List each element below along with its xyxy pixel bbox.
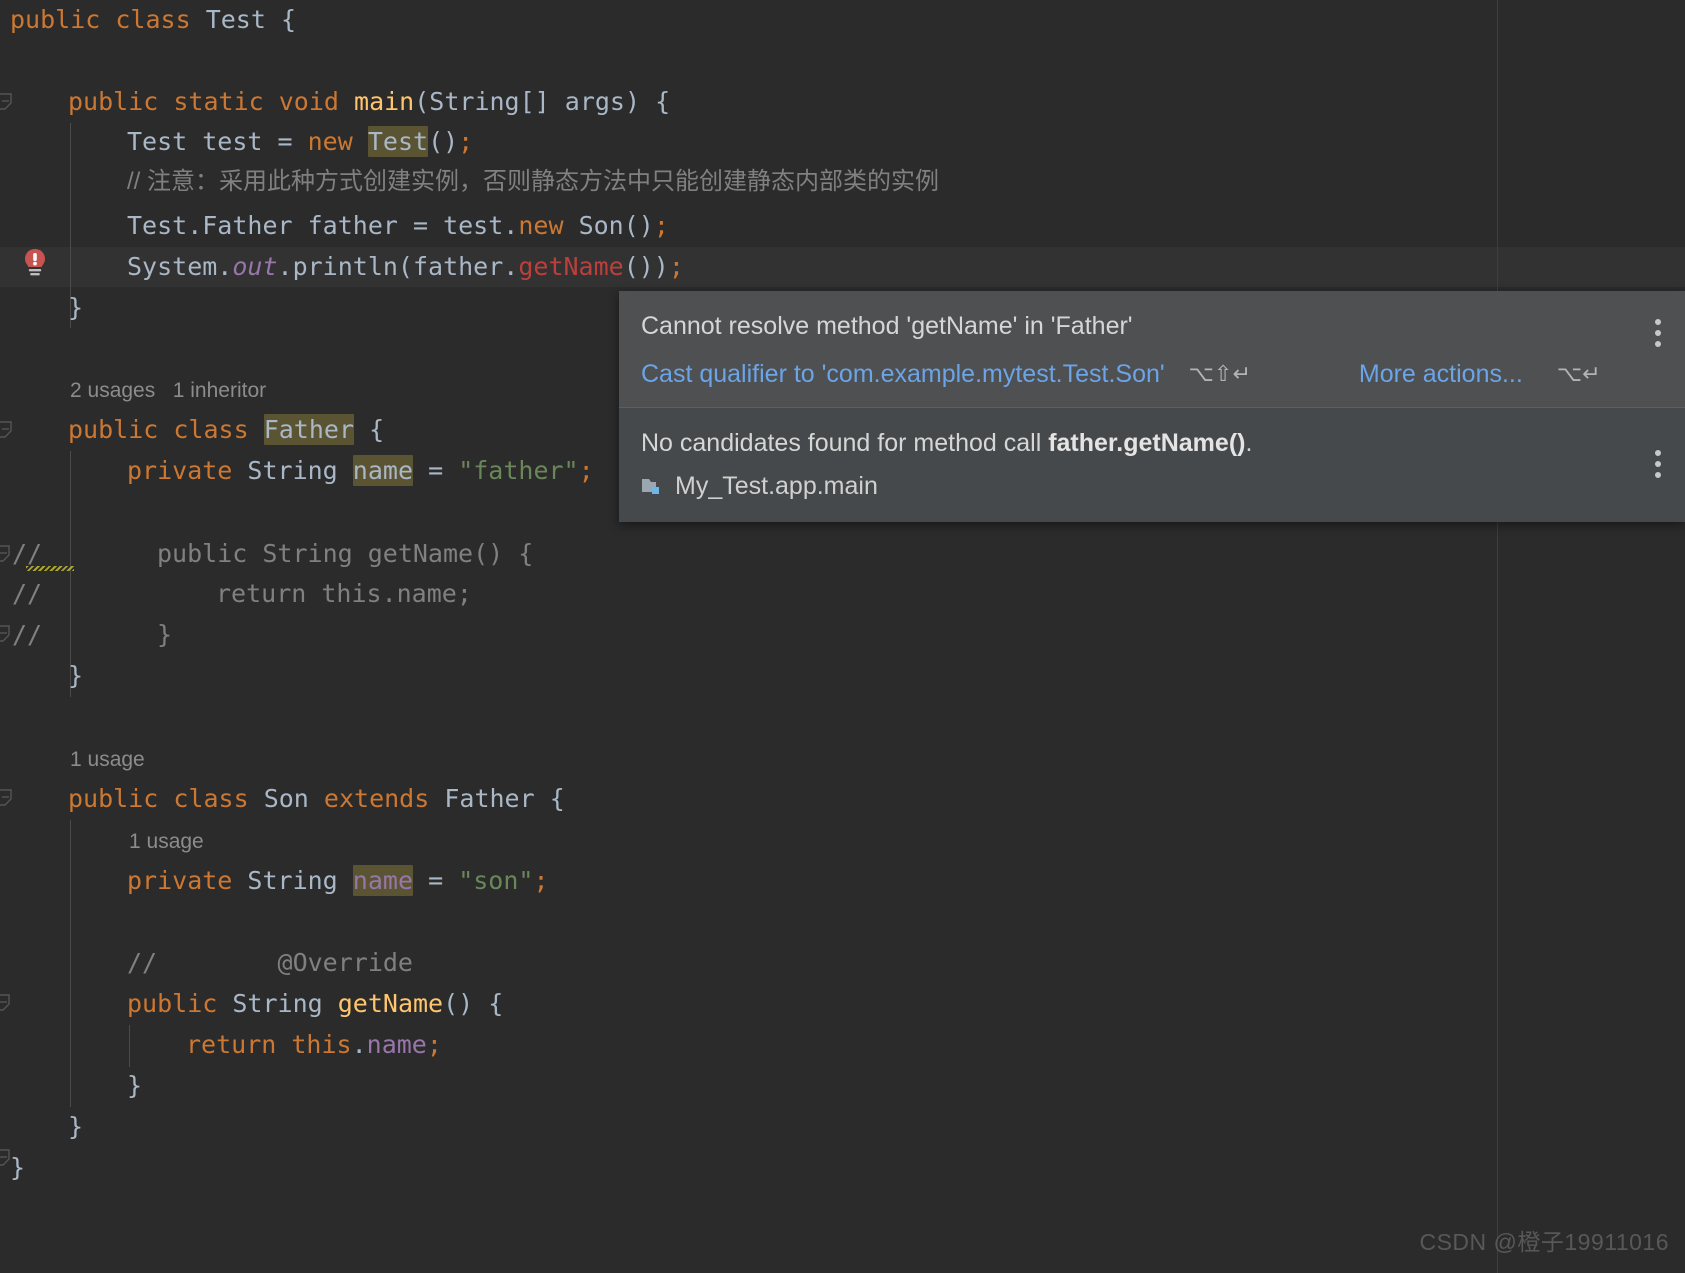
more-actions-link[interactable]: More actions... (1359, 360, 1523, 389)
code-line-13[interactable]: public String getName() { (157, 534, 533, 574)
code-line-8[interactable]: } (68, 288, 83, 328)
tooltip-description-suffix: . (1245, 429, 1253, 457)
code-vision-son[interactable]: 1 usage (70, 745, 145, 775)
code-line-15[interactable]: } (157, 615, 172, 655)
tooltip-actions: Cast qualifier to 'com.example.mytest.Te… (641, 357, 1663, 391)
code-line-16[interactable]: } (68, 656, 83, 696)
code-line-14[interactable]: return this.name; (216, 574, 472, 614)
quickfix-cast-qualifier-link[interactable]: Cast qualifier to 'com.example.mytest.Te… (641, 360, 1165, 389)
code-vision-son-field[interactable]: 1 usage (129, 827, 204, 857)
code-line-1[interactable]: public class Test { (10, 0, 296, 40)
code-line-26[interactable]: } (10, 1148, 25, 1188)
tooltip-body: No candidates found for method call fath… (619, 408, 1685, 522)
kebab-menu-icon[interactable] (1655, 450, 1663, 478)
csdn-watermark: CSDN @橙子19911016 (1419, 1229, 1669, 1255)
inspection-tooltip[interactable]: Cannot resolve method 'getName' in 'Fath… (619, 291, 1685, 522)
code-vision-father[interactable]: 2 usages 1 inheritor (70, 376, 266, 406)
tooltip-header: Cannot resolve method 'getName' in 'Fath… (619, 291, 1685, 407)
tooltip-title: Cannot resolve method 'getName' in 'Fath… (641, 312, 1133, 340)
code-line-25[interactable]: } (68, 1107, 83, 1147)
gutter-comment-marker[interactable]: // (12, 574, 42, 614)
tooltip-description-prefix: No candidates found for method call (641, 429, 1049, 457)
tooltip-description: No candidates found for method call fath… (641, 426, 1663, 460)
code-line-11[interactable]: private String name = "father"; (127, 451, 594, 491)
code-line-21[interactable]: // @Override (127, 943, 413, 983)
code-line-3[interactable]: public static void main(String[] args) { (68, 82, 670, 122)
tooltip-origin-label: My_Test.app.main (675, 471, 878, 500)
quickfix-shortcut-label: ⌥⇧↵ (1188, 361, 1251, 387)
code-line-5-comment[interactable]: // 注意：采用此种方式创建实例，否则静态方法中只能创建静态内部类的实例 (127, 162, 939, 202)
code-line-4[interactable]: Test test = new Test(); (127, 122, 473, 162)
code-line-24[interactable]: } (127, 1066, 142, 1106)
code-line-19[interactable]: private String name = "son"; (127, 861, 549, 901)
code-editor[interactable]: public class Test { public static void m… (0, 0, 1685, 1273)
tooltip-origin[interactable]: My_Test.app.main (641, 470, 1663, 502)
warning-squiggle (26, 566, 74, 571)
code-line-23[interactable]: return this.name; (186, 1025, 442, 1065)
code-line-22[interactable]: public String getName() { (127, 984, 503, 1024)
code-content[interactable]: public class Test { public static void m… (0, 0, 1685, 1273)
code-line-18[interactable]: public class Son extends Father { (68, 779, 565, 819)
gutter-comment-marker[interactable]: // (12, 615, 42, 655)
tooltip-description-code: father.getName() (1048, 429, 1246, 457)
code-line-7[interactable]: System.out.println(father.getName()); (127, 247, 684, 287)
code-line-6[interactable]: Test.Father father = test.new Son(); (127, 206, 669, 246)
kebab-menu-icon[interactable] (1655, 319, 1663, 347)
module-icon (641, 475, 665, 497)
code-line-10[interactable]: public class Father { (68, 410, 384, 450)
more-actions-shortcut-label: ⌥↵ (1556, 361, 1601, 387)
